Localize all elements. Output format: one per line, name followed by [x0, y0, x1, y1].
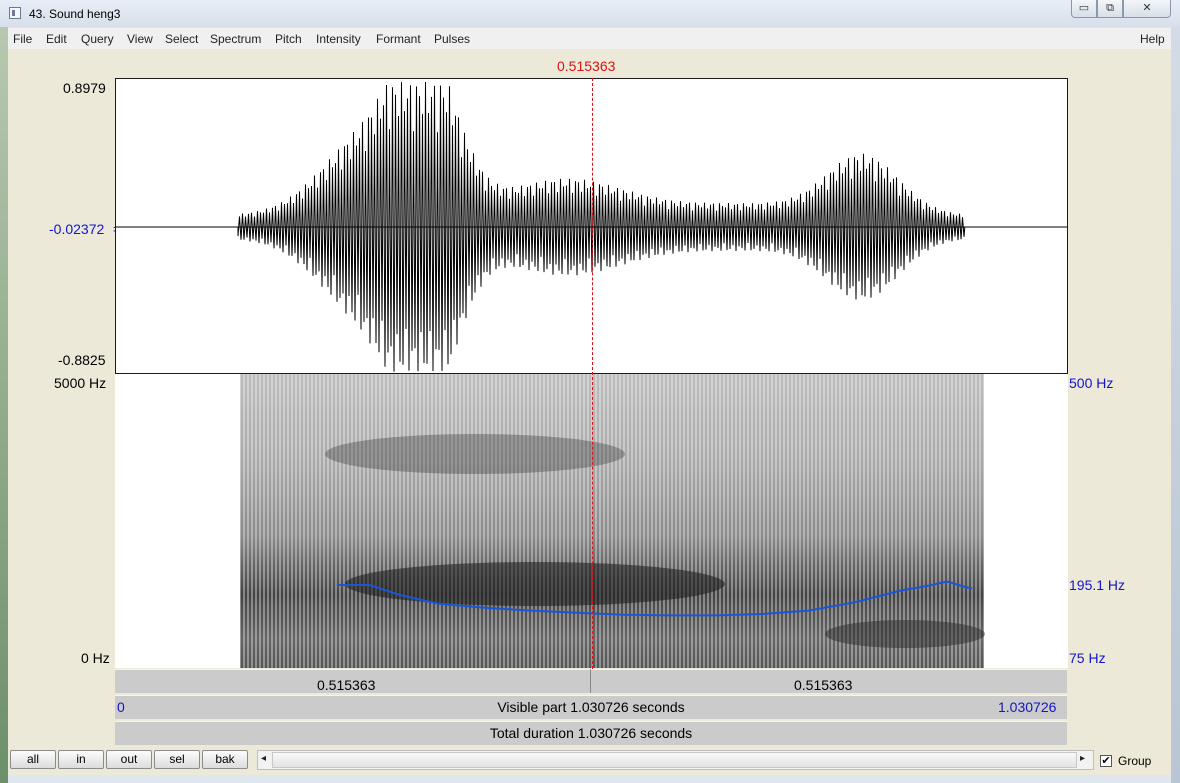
pitch-value-label: 195.1 Hz [1069, 577, 1126, 593]
menu-formant[interactable]: Formant [376, 32, 421, 46]
cursor-line[interactable] [591, 78, 593, 669]
spectrogram-low-band [825, 620, 985, 648]
desktop-background-right [1171, 27, 1180, 783]
zoom-all-button[interactable]: all [10, 750, 56, 769]
menu-query[interactable]: Query [81, 32, 114, 46]
zoom-out-button[interactable]: out [106, 750, 152, 769]
menu-pulses[interactable]: Pulses [434, 32, 470, 46]
minimize-button[interactable]: ▭ [1071, 0, 1097, 18]
selection-left-time: 0.515363 [317, 677, 376, 693]
menu-help[interactable]: Help [1140, 32, 1165, 46]
selection-divider [590, 669, 591, 693]
scrollbar-thumb[interactable] [272, 752, 1077, 768]
bottom-toolbar: all in out sel bak ◂ ▸ ✔ Group [8, 747, 1171, 775]
pitch-top-label: 500 Hz [1069, 375, 1114, 391]
pitch-bottom-label: 75 Hz [1069, 650, 1106, 666]
group-checkbox[interactable]: ✔ [1100, 755, 1112, 767]
menu-bar: File Edit Query View Select Spectrum Pit… [8, 28, 1171, 50]
app-window-icon [9, 7, 21, 19]
spectrogram-top-label: 5000 Hz [54, 375, 107, 391]
scroll-left-arrow-icon[interactable]: ◂ [261, 753, 266, 764]
zoom-selection-button[interactable]: sel [154, 750, 200, 769]
desktop-background-left [0, 27, 8, 783]
zoom-back-button[interactable]: bak [202, 750, 248, 769]
menu-file[interactable]: File [13, 32, 32, 46]
waveform-max-label: 0.8979 [63, 80, 106, 96]
selection-right-time: 0.515363 [794, 677, 853, 693]
menu-pitch[interactable]: Pitch [275, 32, 302, 46]
horizontal-scrollbar[interactable]: ◂ ▸ [257, 750, 1094, 770]
menu-intensity[interactable]: Intensity [316, 32, 361, 46]
scroll-right-arrow-icon[interactable]: ▸ [1080, 753, 1085, 764]
spectrogram-formant-band-upper [325, 434, 625, 474]
title-bar[interactable]: 43. Sound heng3 ▭ ⧉ ✕ [0, 0, 1180, 27]
menu-spectrum[interactable]: Spectrum [210, 32, 261, 46]
waveform-min-label: -0.8825 [58, 352, 106, 368]
cursor-time-label: 0.515363 [557, 58, 616, 74]
menu-select[interactable]: Select [165, 32, 198, 46]
menu-view[interactable]: View [127, 32, 153, 46]
group-checkbox-label: Group [1118, 754, 1152, 768]
window-title: 43. Sound heng3 [29, 7, 121, 21]
visible-part-label: Visible part 1.030726 seconds [497, 699, 685, 715]
spectrogram-formant-band [345, 562, 725, 606]
total-duration-ruler[interactable]: Total duration 1.030726 seconds [115, 721, 1067, 745]
visible-end-time: 1.030726 [998, 699, 1057, 715]
total-duration-label: Total duration 1.030726 seconds [489, 725, 693, 741]
visible-start-time: 0 [117, 699, 125, 715]
menu-edit[interactable]: Edit [46, 32, 67, 46]
maximize-button[interactable]: ⧉ [1097, 0, 1123, 18]
selection-ruler[interactable]: 0.515363 0.515363 [115, 669, 1067, 693]
zoom-in-button[interactable]: in [58, 750, 104, 769]
spectrogram-bottom-label: 0 Hz [81, 650, 110, 666]
visible-part-ruler[interactable]: Visible part 1.030726 seconds [115, 695, 1067, 719]
waveform-zero-label: -0.02372 [49, 221, 105, 237]
close-button[interactable]: ✕ [1123, 0, 1171, 18]
